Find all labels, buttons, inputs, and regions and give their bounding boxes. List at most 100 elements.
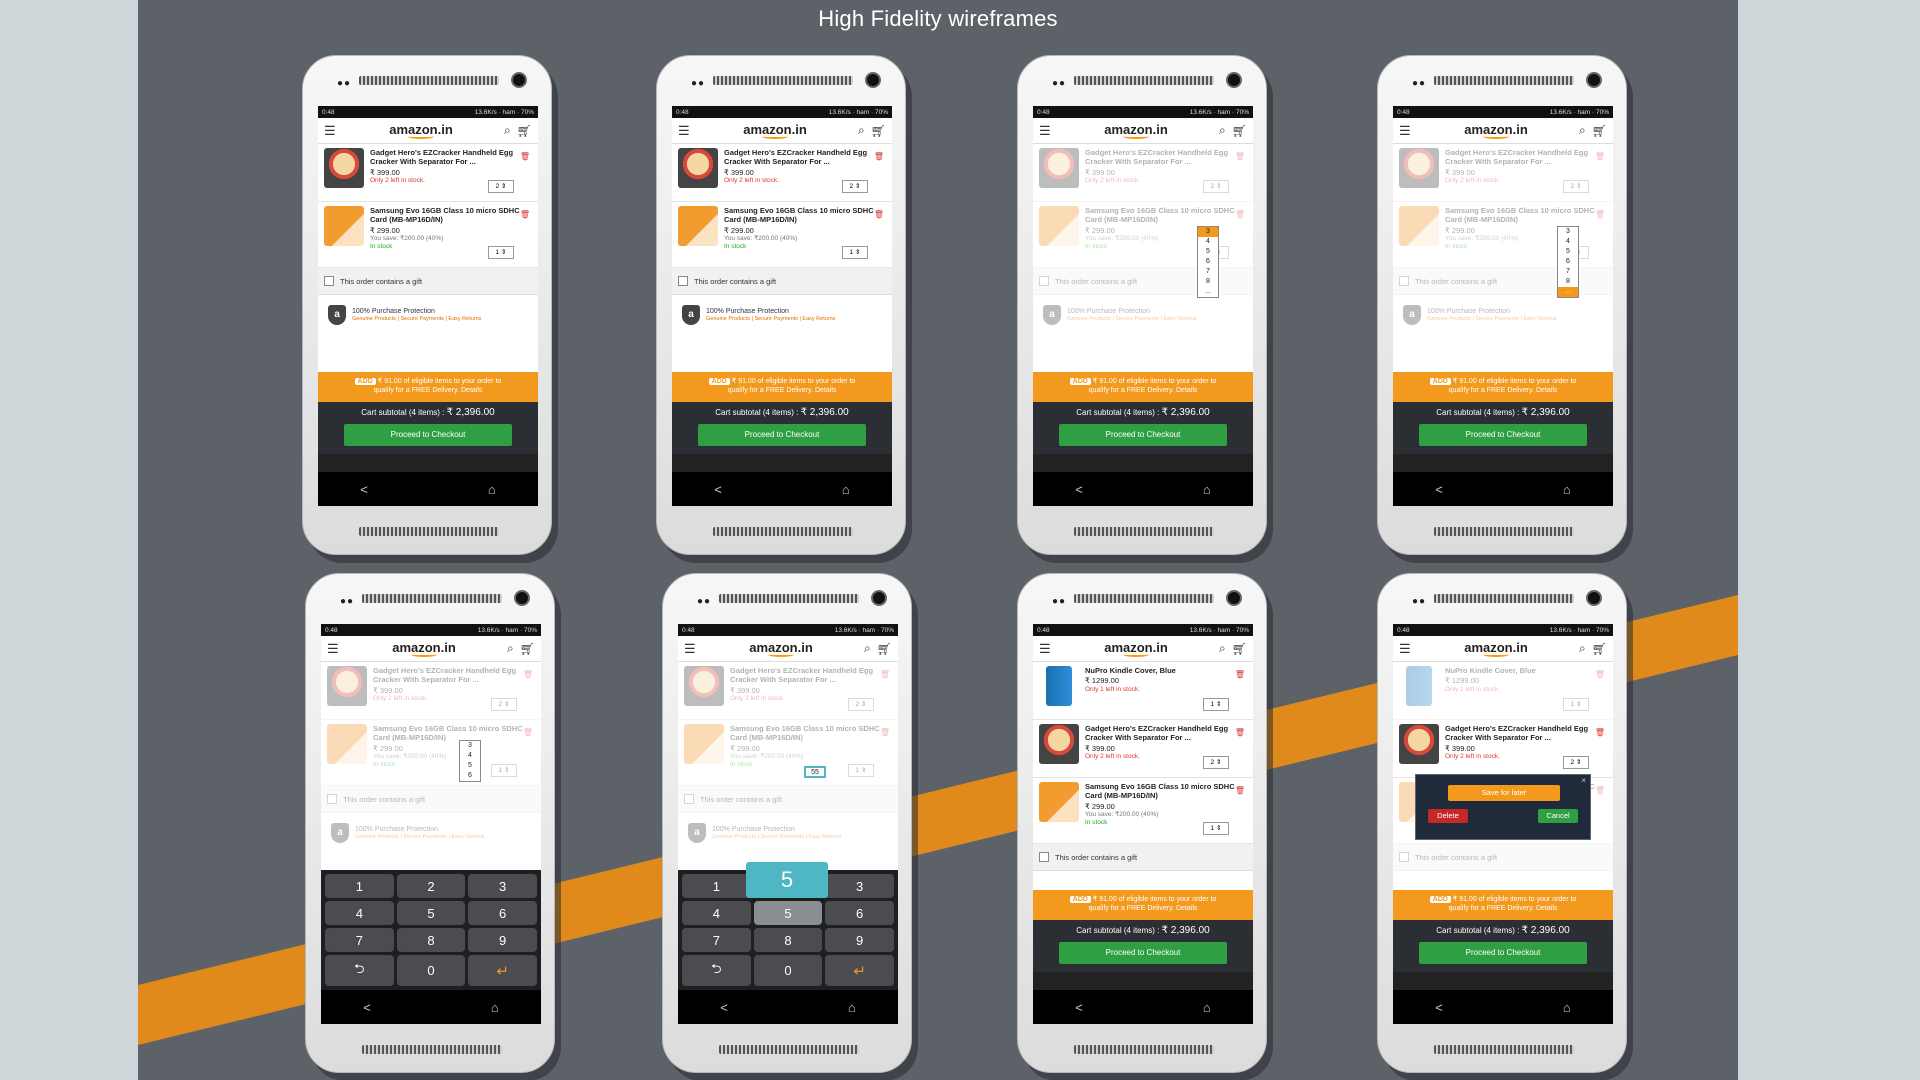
cart-item-sd-card[interactable]: Samsung Evo 16GB Class 10 micro SDHC Car… (678, 720, 898, 786)
gift-option[interactable]: This order contains a gift (1393, 844, 1613, 871)
quantity-select[interactable]: 1 ⇕ (1563, 698, 1589, 711)
proceed-to-checkout-button[interactable]: Proceed to Checkout (1419, 942, 1587, 964)
cart-item-sd-card[interactable]: Samsung Evo 16GB Class 10 micro SDHC Car… (1033, 778, 1253, 844)
quantity-option[interactable]: 4 (460, 751, 480, 761)
quantity-option[interactable]: 8 (1198, 277, 1218, 287)
menu-icon[interactable]: ☰ (1399, 123, 1413, 139)
amazon-logo[interactable]: amazon.in (1419, 640, 1573, 657)
quantity-select[interactable]: 2 ⇕ (488, 180, 514, 193)
home-icon[interactable]: ⌂ (1203, 482, 1211, 497)
gift-option[interactable]: This order contains a gift (321, 786, 541, 813)
cart-icon[interactable]: 🛒︎ (517, 124, 532, 138)
quantity-dropdown[interactable]: 3456 (459, 740, 481, 782)
gift-option[interactable]: This order contains a gift (678, 786, 898, 813)
search-icon[interactable]: ⌕ (1219, 641, 1226, 656)
promo-line-2[interactable]: qualify for a FREE Delivery. Details (1089, 905, 1198, 912)
search-icon[interactable]: ⌕ (1219, 123, 1226, 138)
promo-line-2[interactable]: qualify for a FREE Delivery. Details (374, 387, 483, 394)
key-5[interactable]: 5 (753, 901, 823, 925)
item-title[interactable]: Samsung Evo 16GB Class 10 micro SDHC Car… (730, 724, 892, 743)
egg-cracker-thumbnail[interactable] (678, 148, 718, 188)
trash-icon[interactable]: 🗑︎ (1235, 728, 1245, 737)
trash-icon[interactable]: 🗑︎ (1595, 786, 1605, 795)
cart-item-egg-cracker[interactable]: Gadget Hero's EZCracker Handheld Egg Cra… (672, 144, 892, 202)
trash-icon[interactable]: 🗑︎ (1595, 728, 1605, 737)
quantity-more-option[interactable]: ... (1198, 287, 1218, 297)
quantity-select[interactable]: 2 ⇕ (842, 180, 868, 193)
proceed-to-checkout-button[interactable]: Proceed to Checkout (698, 424, 866, 446)
quantity-option[interactable]: 5 (1558, 247, 1578, 257)
key-3[interactable]: 3 (825, 874, 894, 898)
cart-icon[interactable]: 🛒︎ (1232, 124, 1247, 138)
trash-icon[interactable]: 🗑︎ (1595, 152, 1605, 161)
home-icon[interactable]: ⌂ (1563, 482, 1571, 497)
home-icon[interactable]: ⌂ (488, 482, 496, 497)
key-8[interactable]: 8 (753, 928, 823, 952)
sd-card-thumbnail[interactable] (1399, 206, 1439, 246)
cart-item-kindle-cover[interactable]: NuPro Kindle Cover, Blue ₹ 1299.00 Only … (1393, 662, 1613, 720)
back-icon[interactable]: < (1075, 1000, 1083, 1015)
gift-checkbox[interactable] (1399, 852, 1409, 862)
cart-item-egg-cracker[interactable]: Gadget Hero's EZCracker Handheld Egg Cra… (1393, 720, 1613, 778)
key-1[interactable]: 1 (682, 874, 751, 898)
cart-item-egg-cracker[interactable]: Gadget Hero's EZCracker Handheld Egg Cra… (318, 144, 538, 202)
gift-option[interactable]: This order contains a gift (1033, 268, 1253, 295)
cart-item-egg-cracker[interactable]: Gadget Hero's EZCracker Handheld Egg Cra… (1033, 720, 1253, 778)
key-enter[interactable]: ↵ (468, 955, 537, 986)
amazon-logo[interactable]: amazon.in (1419, 122, 1573, 139)
cart-item-sd-card[interactable]: Samsung Evo 16GB Class 10 micro SDHC Car… (321, 720, 541, 786)
quantity-option[interactable]: 7 (1198, 267, 1218, 277)
sd-card-thumbnail[interactable] (678, 206, 718, 246)
item-title[interactable]: Gadget Hero's EZCracker Handheld Egg Cra… (724, 148, 886, 167)
item-title[interactable]: Samsung Evo 16GB Class 10 micro SDHC Car… (724, 206, 886, 225)
key-4[interactable]: 4 (325, 901, 394, 925)
delete-button[interactable]: Delete (1428, 809, 1468, 823)
home-icon[interactable]: ⌂ (842, 482, 850, 497)
trash-icon[interactable]: 🗑︎ (874, 152, 884, 161)
sd-card-thumbnail[interactable] (324, 206, 364, 246)
quantity-select[interactable]: 2 ⇕ (848, 698, 874, 711)
quantity-option[interactable]: 3 (460, 741, 480, 751)
search-icon[interactable]: ⌕ (858, 123, 865, 138)
trash-icon[interactable]: 🗑︎ (1235, 786, 1245, 795)
key-6[interactable]: 6 (825, 901, 894, 925)
quantity-select[interactable]: 2 ⇕ (1563, 756, 1589, 769)
cart-item-sd-card[interactable]: Samsung Evo 16GB Class 10 micro SDHC Car… (672, 202, 892, 268)
egg-cracker-thumbnail[interactable] (1039, 724, 1079, 764)
egg-cracker-thumbnail[interactable] (1039, 148, 1079, 188)
quantity-select[interactable]: 1 ⇕ (1203, 698, 1229, 711)
gift-checkbox[interactable] (324, 276, 334, 286)
item-title[interactable]: Samsung Evo 16GB Class 10 micro SDHC Car… (373, 724, 535, 743)
quantity-select[interactable]: 2 ⇕ (1563, 180, 1589, 193)
key-enter[interactable]: ↵ (825, 955, 894, 986)
promo-line-2[interactable]: qualify for a FREE Delivery. Details (1089, 387, 1198, 394)
key-0[interactable]: 0 (753, 955, 823, 986)
amazon-logo[interactable]: amazon.in (344, 122, 498, 139)
trash-icon[interactable]: 🗑︎ (880, 728, 890, 737)
cart-item-kindle-cover[interactable]: NuPro Kindle Cover, Blue ₹ 1299.00 Only … (1033, 662, 1253, 720)
cart-item-egg-cracker[interactable]: Gadget Hero's EZCracker Handheld Egg Cra… (678, 662, 898, 720)
quantity-dropdown[interactable]: 3 4 5 6 7 8... (1557, 226, 1579, 298)
back-icon[interactable]: < (1435, 482, 1443, 497)
quantity-option[interactable]: 7 (1558, 267, 1578, 277)
amazon-logo[interactable]: amazon.in (1059, 640, 1213, 657)
quantity-select[interactable]: 1 ⇕ (1203, 822, 1229, 835)
trash-icon[interactable]: 🗑︎ (523, 670, 533, 679)
proceed-to-checkout-button[interactable]: Proceed to Checkout (1419, 424, 1587, 446)
quantity-more-option[interactable]: ... (1558, 287, 1578, 297)
gift-option[interactable]: This order contains a gift (1393, 268, 1613, 295)
back-icon[interactable]: < (360, 482, 368, 497)
menu-icon[interactable]: ☰ (324, 123, 338, 139)
menu-icon[interactable]: ☰ (1039, 641, 1053, 657)
cart-icon[interactable]: 🛒︎ (520, 642, 535, 656)
quantity-select[interactable]: 1 ⇕ (848, 764, 874, 777)
key-9[interactable]: 9 (468, 928, 537, 952)
item-title[interactable]: Gadget Hero's EZCracker Handheld Egg Cra… (1445, 148, 1607, 167)
quantity-select[interactable]: 1 ⇕ (491, 764, 517, 777)
item-title[interactable]: Gadget Hero's EZCracker Handheld Egg Cra… (370, 148, 532, 167)
gift-checkbox[interactable] (1399, 276, 1409, 286)
key-5[interactable]: 5 (396, 901, 466, 925)
back-icon[interactable]: < (714, 482, 722, 497)
cart-item-egg-cracker[interactable]: Gadget Hero's EZCracker Handheld Egg Cra… (321, 662, 541, 720)
trash-icon[interactable]: 🗑︎ (874, 210, 884, 219)
